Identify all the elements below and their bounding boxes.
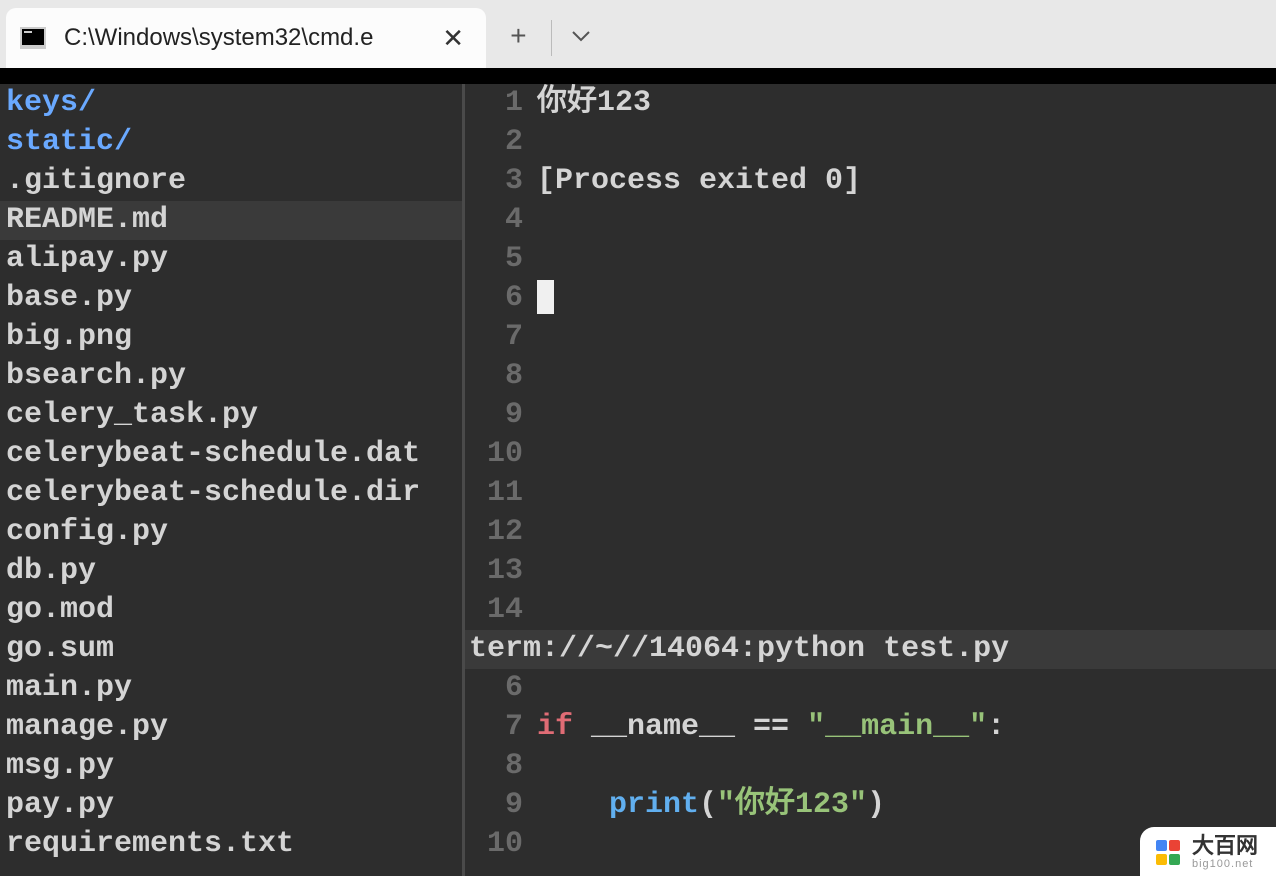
main-area: keys/static/.gitignoreREADME.mdalipay.py… — [0, 84, 1276, 876]
file-item[interactable]: manage.py — [0, 708, 462, 747]
terminal-line: 6 — [465, 279, 1276, 318]
file-item[interactable]: go.mod — [0, 591, 462, 630]
title-bar: C:\Windows\system32\cmd.e ✕ + — [0, 0, 1276, 68]
line-number: 2 — [465, 123, 537, 162]
line-number: 7 — [465, 318, 537, 357]
terminal-line: 9 — [465, 396, 1276, 435]
new-tab-button[interactable]: + — [486, 23, 551, 54]
line-number: 7 — [465, 708, 537, 747]
file-item[interactable]: celerybeat-schedule.dat — [0, 435, 462, 474]
file-item[interactable]: pay.py — [0, 786, 462, 825]
terminal-line: 14 — [465, 591, 1276, 630]
code-line: 7if __name__ == "__main__": — [465, 708, 1276, 747]
editor-area: 1你好12323[Process exited 0]45678910111213… — [465, 84, 1276, 876]
line-number: 1 — [465, 84, 537, 123]
line-number: 11 — [465, 474, 537, 513]
file-item[interactable]: base.py — [0, 279, 462, 318]
line-content: [Process exited 0] — [537, 162, 861, 201]
file-item[interactable]: celerybeat-schedule.dir — [0, 474, 462, 513]
file-item[interactable]: celery_task.py — [0, 396, 462, 435]
terminal-line: 2 — [465, 123, 1276, 162]
terminal-line: 11 — [465, 474, 1276, 513]
terminal-status: term://~//14064:python test.py — [465, 630, 1276, 669]
file-item[interactable]: requirements.txt — [0, 825, 462, 864]
file-item[interactable]: msg.py — [0, 747, 462, 786]
file-item[interactable]: .gitignore — [0, 162, 462, 201]
terminal-line: 10 — [465, 435, 1276, 474]
line-content: 你好123 — [537, 84, 651, 123]
terminal-pane[interactable]: 1你好12323[Process exited 0]45678910111213… — [465, 84, 1276, 630]
close-icon[interactable]: ✕ — [432, 19, 474, 58]
line-content — [537, 279, 554, 318]
tab-controls: + — [486, 8, 610, 68]
line-number: 9 — [465, 786, 537, 825]
line-number: 4 — [465, 201, 537, 240]
cursor — [537, 280, 554, 314]
line-number: 8 — [465, 747, 537, 786]
line-number: 3 — [465, 162, 537, 201]
line-number: 13 — [465, 552, 537, 591]
line-number: 5 — [465, 240, 537, 279]
chevron-down-icon — [572, 30, 590, 42]
line-number: 6 — [465, 279, 537, 318]
line-number: 14 — [465, 591, 537, 630]
terminal-line: 4 — [465, 201, 1276, 240]
code-line: 9 print("你好123") — [465, 786, 1276, 825]
terminal-line: 3[Process exited 0] — [465, 162, 1276, 201]
tab-title: C:\Windows\system32\cmd.e — [64, 24, 432, 52]
terminal-line: 1你好123 — [465, 84, 1276, 123]
watermark-sub: big100.net — [1192, 859, 1258, 870]
line-content: if __name__ == "__main__": — [537, 708, 1005, 747]
cmd-icon — [20, 27, 46, 49]
line-number: 10 — [465, 825, 537, 864]
file-item[interactable]: static/ — [0, 123, 462, 162]
code-line: 8 — [465, 747, 1276, 786]
watermark-main: 大百网 — [1192, 835, 1258, 857]
file-item[interactable]: main.py — [0, 669, 462, 708]
terminal-line: 5 — [465, 240, 1276, 279]
line-number: 9 — [465, 396, 537, 435]
file-item[interactable]: go.sum — [0, 630, 462, 669]
black-bar — [0, 68, 1276, 84]
tab-active[interactable]: C:\Windows\system32\cmd.e ✕ — [6, 8, 486, 68]
file-item[interactable]: alipay.py — [0, 240, 462, 279]
line-number: 6 — [465, 669, 537, 708]
line-number: 10 — [465, 435, 537, 474]
terminal-line: 13 — [465, 552, 1276, 591]
line-content: print("你好123") — [537, 786, 885, 825]
watermark: 大百网 big100.net — [1140, 827, 1276, 876]
terminal-line: 12 — [465, 513, 1276, 552]
code-line: 6 — [465, 669, 1276, 708]
file-item[interactable]: config.py — [0, 513, 462, 552]
file-item[interactable]: big.png — [0, 318, 462, 357]
line-number: 12 — [465, 513, 537, 552]
file-item[interactable]: README.md — [0, 201, 462, 240]
file-sidebar[interactable]: keys/static/.gitignoreREADME.mdalipay.py… — [0, 84, 465, 876]
file-item[interactable]: bsearch.py — [0, 357, 462, 396]
terminal-line: 7 — [465, 318, 1276, 357]
file-item[interactable]: keys/ — [0, 84, 462, 123]
terminal-line: 8 — [465, 357, 1276, 396]
tab-dropdown-button[interactable] — [552, 29, 610, 47]
watermark-logo-icon — [1156, 840, 1182, 866]
line-number: 8 — [465, 357, 537, 396]
file-item[interactable]: db.py — [0, 552, 462, 591]
watermark-text: 大百网 big100.net — [1192, 835, 1258, 870]
